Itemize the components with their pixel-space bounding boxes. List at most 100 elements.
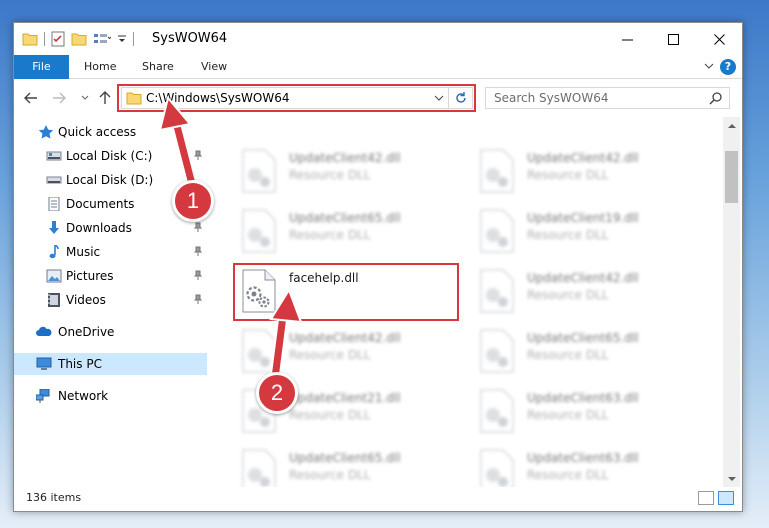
file-type: Resource DLL [527,468,609,482]
tab-view[interactable]: View [201,55,227,79]
quick-access-toolbar [22,31,134,47]
file-highlight-box [233,263,459,321]
sidebar-item-label: Local Disk (C:) [66,149,153,163]
tab-share[interactable]: Share [142,55,174,79]
search-icon[interactable] [709,91,723,105]
pin-icon[interactable] [193,270,203,280]
file-type: Resource DLL [527,288,609,302]
videos-icon [48,293,60,307]
dll-file-icon [242,209,276,253]
recent-locations-button[interactable] [76,89,94,107]
tab-file[interactable]: File [14,55,69,79]
pin-icon[interactable] [193,246,203,256]
computer-icon [36,357,52,370]
file-item[interactable]: UpdateClient65.dll Resource DLL [235,443,465,487]
scroll-down-button[interactable] [723,470,740,487]
file-item[interactable]: UpdateClient42.dll Resource DLL [473,143,703,203]
file-name: UpdateClient42.dll [289,331,401,345]
sidebar-item-videos[interactable]: Videos [14,289,207,311]
minimize-button[interactable] [604,23,650,55]
file-type: Resource DLL [527,228,609,242]
folder-icon[interactable] [22,32,38,46]
cloud-icon [36,326,52,336]
file-name: UpdateClient42.dll [527,151,639,165]
dll-file-icon [480,389,514,433]
file-item[interactable]: UpdateClient65.dll Resource DLL [473,323,703,383]
up-button[interactable] [96,89,114,107]
search-box[interactable]: Search SysWOW64 [485,87,730,109]
star-icon [38,125,54,139]
file-item[interactable]: UpdateClient65.dll Resource DLL [235,203,465,263]
back-button[interactable] [22,89,40,107]
sidebar-item-label: Documents [66,197,135,211]
maximize-button[interactable] [650,23,696,55]
vertical-scrollbar[interactable] [723,117,740,487]
close-icon [713,33,725,45]
view-options-icon[interactable] [93,32,111,46]
chevron-up-icon [727,123,736,128]
file-list: UpdateClient42.dll Resource DLL UpdateCl… [207,117,723,487]
drive-icon [46,176,62,184]
sidebar-item-quick-access[interactable]: Quick access [14,121,207,143]
properties-icon[interactable] [51,31,65,47]
customize-toolbar-icon[interactable] [117,33,127,45]
file-item[interactable]: UpdateClient19.dll Resource DLL [473,203,703,263]
pin-icon[interactable] [193,294,203,304]
dll-file-icon [242,449,276,487]
file-type: Resource DLL [527,348,609,362]
file-type: Resource DLL [527,408,609,422]
sidebar-item-label: OneDrive [58,325,115,339]
file-type: Resource DLL [289,228,371,242]
dll-file-icon [242,329,276,373]
close-button[interactable] [696,23,742,55]
scrollbar-thumb[interactable] [725,151,738,203]
expand-ribbon-icon[interactable] [704,61,714,71]
new-folder-icon[interactable] [71,32,87,46]
tab-home[interactable]: Home [84,55,116,79]
sidebar-item-network[interactable]: Network [14,385,207,407]
sidebar-item-pictures[interactable]: Pictures [14,265,207,287]
file-item[interactable]: UpdateClient42.dll Resource DLL [473,263,703,323]
sidebar-item-downloads[interactable]: Downloads [14,217,207,239]
pin-icon[interactable] [193,222,203,232]
dll-file-icon [480,449,514,487]
dll-file-icon [480,209,514,253]
tiles-view-button[interactable] [718,491,734,505]
file-item[interactable]: UpdateClient42.dll Resource DLL [235,143,465,203]
file-type: Resource DLL [527,168,609,182]
sidebar-item-label: Downloads [66,221,132,235]
pin-icon[interactable] [193,150,203,160]
file-item[interactable]: UpdateClient63.dll Resource DLL [473,443,703,487]
scroll-up-button[interactable] [723,117,740,134]
sidebar-item-label: This PC [58,357,102,371]
dll-file-icon [480,329,514,373]
sidebar-item-label: Quick access [58,125,137,139]
navigation-pane: Quick access Local Disk (C:) Local Disk … [14,117,207,487]
download-icon [49,221,59,234]
file-name: UpdateClient42.dll [289,151,401,165]
details-view-button[interactable] [698,491,714,505]
file-type: Resource DLL [289,408,371,422]
explorer-window: SysWOW64 File Home Share View ? C:\Windo… [13,22,743,512]
sidebar-item-onedrive[interactable]: OneDrive [14,321,207,343]
file-type: Resource DLL [289,168,371,182]
sidebar-item-label: Network [58,389,109,403]
help-button[interactable]: ? [720,59,736,75]
address-highlight-box [117,84,476,112]
network-icon [36,389,50,403]
search-placeholder: Search SysWOW64 [494,91,609,105]
file-name: UpdateClient65.dll [289,211,401,225]
sidebar-item-music[interactable]: Music [14,241,207,263]
arrow-right-icon [53,92,66,104]
forward-button[interactable] [50,89,68,107]
sidebar-item-local-disk-c[interactable]: Local Disk (C:) [14,145,207,167]
chevron-down-icon [727,476,736,481]
file-name: UpdateClient65.dll [527,331,639,345]
document-icon [48,197,60,211]
address-row: C:\Windows\SysWOW64 Search SysWOW64 [14,79,742,117]
item-count: 136 items [26,491,82,504]
sidebar-item-this-pc[interactable]: This PC [14,353,207,375]
file-name: UpdateClient42.dll [527,271,639,285]
file-item[interactable]: UpdateClient63.dll Resource DLL [473,383,703,443]
file-type: Resource DLL [289,468,371,482]
